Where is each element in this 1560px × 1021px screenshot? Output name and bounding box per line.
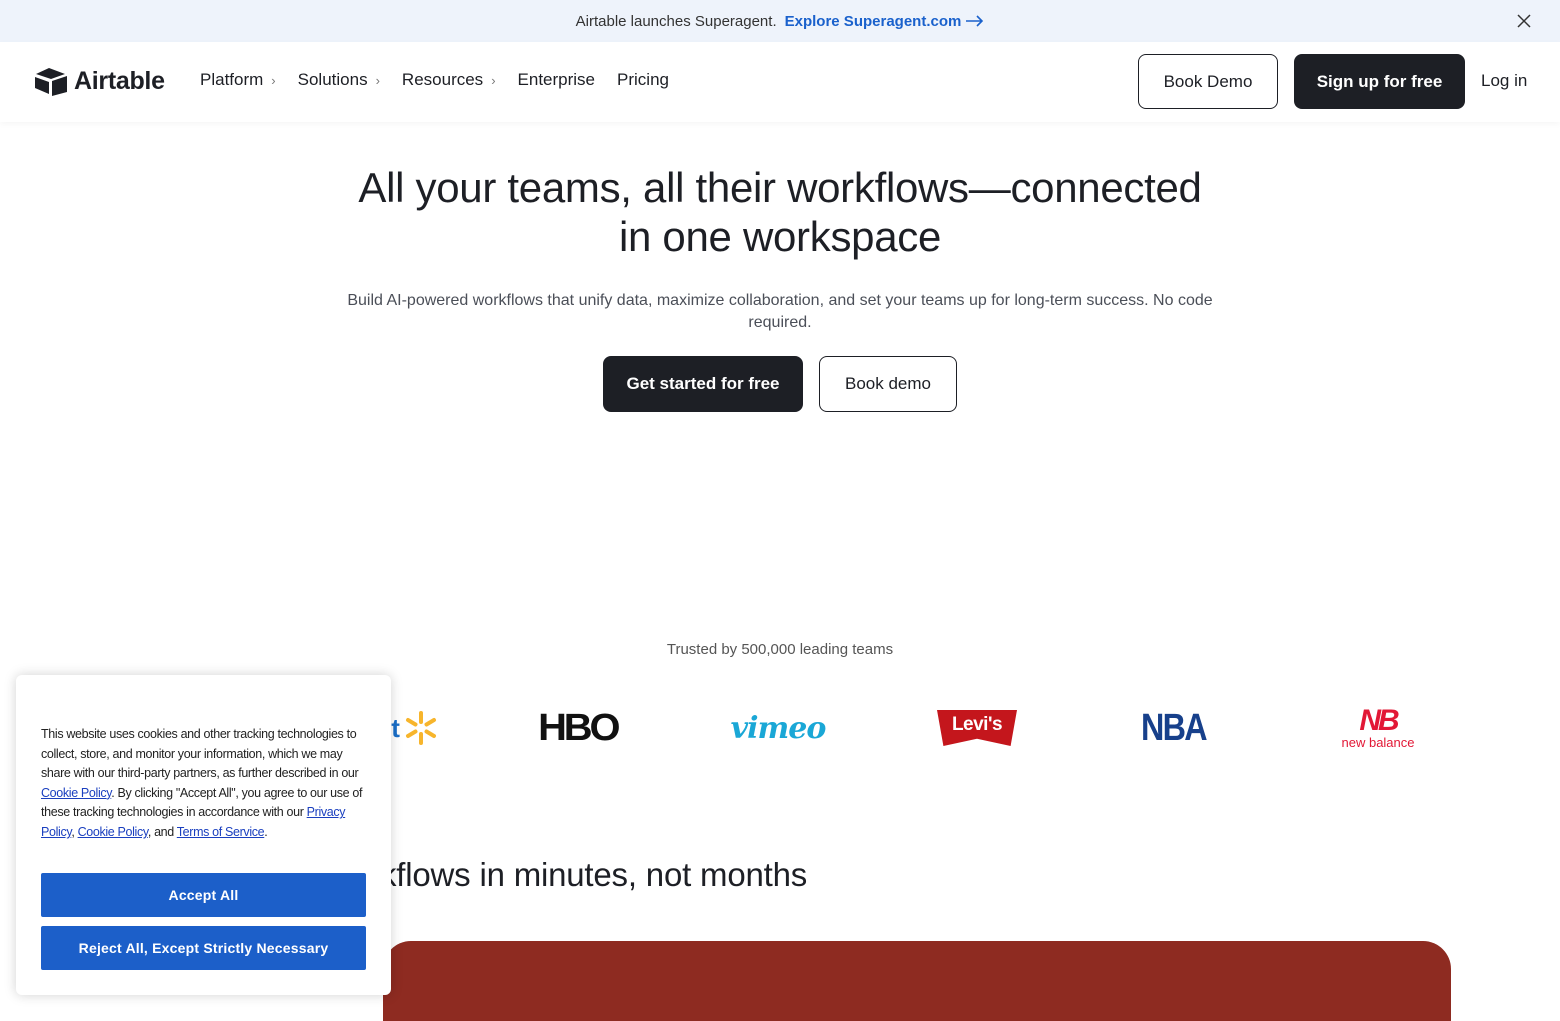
announcement-bar: Airtable launches Superagent. Explore Su…: [0, 0, 1560, 42]
hero-book-demo-button[interactable]: Book demo: [819, 356, 957, 412]
chevron-right-icon: ›: [491, 72, 496, 88]
hero-title-line1: All your teams, all their workflows—conn…: [358, 164, 1202, 211]
nav-item-platform[interactable]: Platform ›: [200, 70, 276, 90]
new-balance-logo: NB new balance: [1330, 700, 1426, 756]
cookie-text-part: , and: [147, 824, 177, 839]
nb-monogram: NB: [1359, 704, 1399, 737]
cookie-policy-link-2[interactable]: Cookie Policy: [78, 825, 149, 839]
walmart-spark-icon: [405, 711, 436, 745]
hero-title-line2: in one workspace: [618, 213, 942, 260]
cookie-text-part: .: [264, 824, 268, 839]
levis-batwing: Levi's: [937, 710, 1017, 746]
levis-logo: Levi's: [934, 700, 1020, 756]
cookie-policy-link[interactable]: Cookie Policy: [41, 786, 112, 800]
nav-item-enterprise[interactable]: Enterprise: [518, 70, 595, 90]
feature-card: [383, 941, 1451, 1021]
new-balance-wordmark: new balance: [1341, 735, 1415, 750]
close-icon[interactable]: [1516, 13, 1532, 29]
cookie-text: This website uses cookies and other trac…: [41, 725, 371, 843]
hero-title: All your teams, all their workflows—conn…: [280, 163, 1280, 261]
get-started-button[interactable]: Get started for free: [603, 356, 803, 412]
nav-item-label: Solutions: [297, 70, 368, 89]
levis-wordmark: Levi's: [951, 714, 1003, 735]
nav-menu: Platform › Solutions › Resources › Enter…: [200, 70, 691, 90]
chevron-right-icon: ›: [375, 72, 380, 88]
nav-item-resources[interactable]: Resources ›: [402, 70, 496, 90]
signup-button[interactable]: Sign up for free: [1294, 54, 1465, 109]
nba-logo: NBA: [1140, 700, 1216, 756]
book-demo-button[interactable]: Book Demo: [1138, 54, 1278, 109]
terms-of-service-link[interactable]: Terms of Service: [177, 825, 265, 839]
reject-all-button[interactable]: Reject All, Except Strictly Necessary: [41, 926, 366, 970]
section-title: kflows in minutes, not months: [380, 856, 808, 893]
nba-wordmark: NBA: [1140, 706, 1208, 749]
arrow-right-icon: [966, 15, 984, 27]
hbo-logo: HBO: [530, 700, 625, 756]
chevron-right-icon: ›: [271, 72, 276, 88]
hbo-wordmark: HBO: [537, 706, 620, 749]
announcement-message: Airtable launches Superagent.: [575, 12, 777, 30]
cookie-text-part: This website uses cookies and other trac…: [41, 727, 359, 781]
announcement-link[interactable]: Explore Superagent.com: [785, 13, 985, 30]
nav-item-solutions[interactable]: Solutions ›: [298, 70, 380, 90]
nav-item-label: Resources: [401, 70, 484, 89]
login-link[interactable]: Log in: [1481, 71, 1527, 91]
vimeo-wordmark: vimeo: [730, 710, 827, 746]
cookie-banner: This website uses cookies and other trac…: [16, 675, 391, 995]
vimeo-logo: vimeo: [728, 700, 828, 756]
accept-all-button[interactable]: Accept All: [41, 873, 366, 917]
trusted-by-label: Trusted by 500,000 leading teams: [666, 641, 894, 658]
hero-subtitle: Build AI-powered workflows that unify da…: [347, 292, 1213, 331]
nav-item-label: Platform: [200, 70, 264, 89]
announcement-link-label: Explore Superagent.com: [784, 12, 962, 30]
nav-item-label: Enterprise: [517, 70, 596, 89]
airtable-logo-icon: [35, 68, 67, 96]
nav-item-label: Pricing: [617, 70, 669, 89]
nav-item-pricing[interactable]: Pricing: [617, 70, 669, 90]
logo-wordmark: Airtable: [74, 66, 165, 95]
main-nav: Airtable Platform › Solutions › Resource…: [0, 42, 1560, 122]
airtable-logo[interactable]: Airtable: [34, 66, 165, 96]
